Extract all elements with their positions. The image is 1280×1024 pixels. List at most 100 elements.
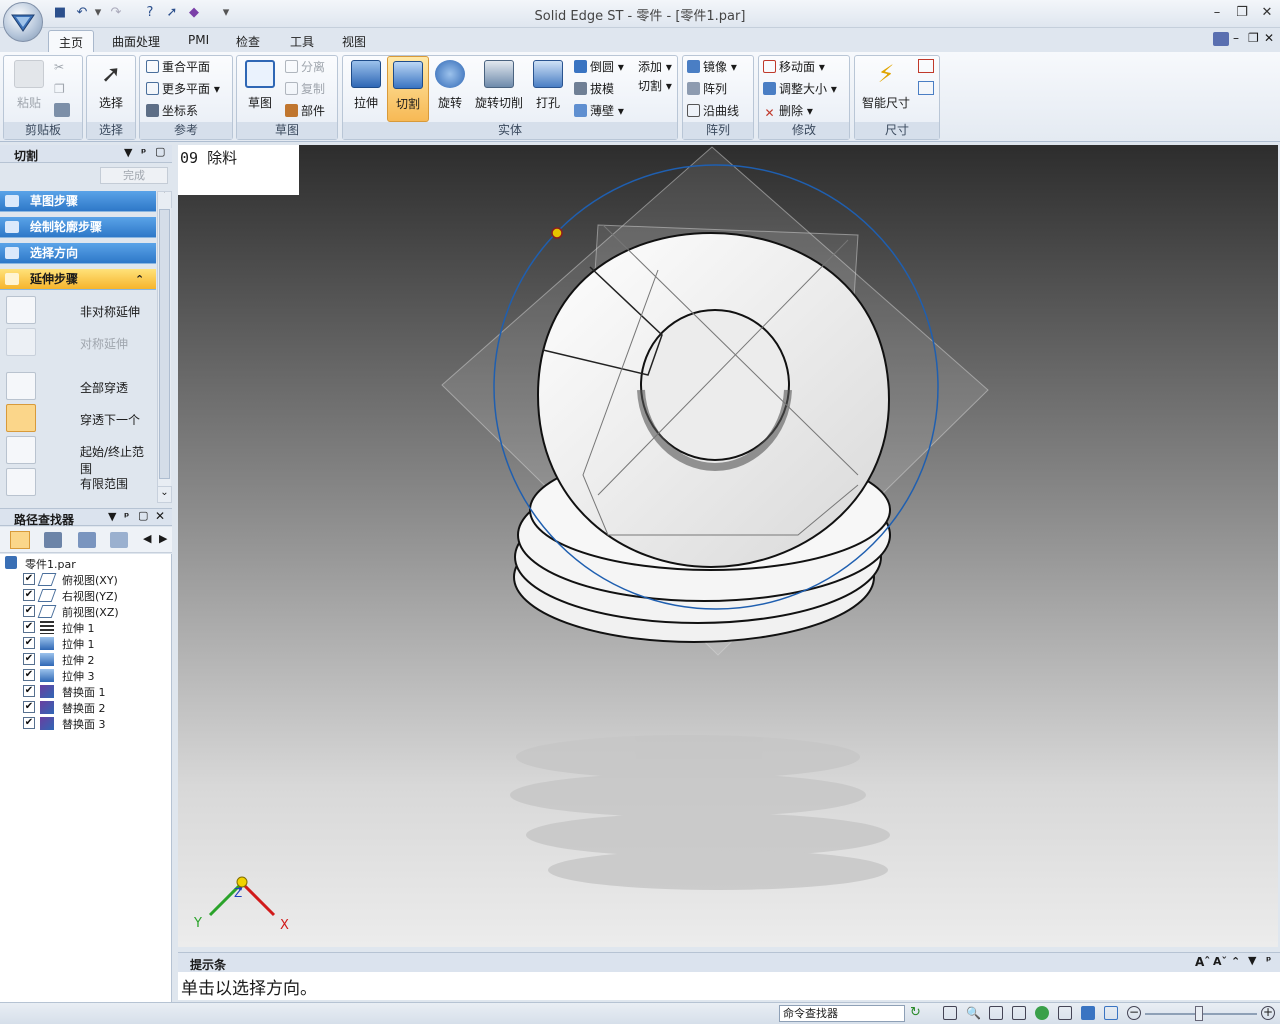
zoom-slider-thumb[interactable] bbox=[1195, 1006, 1203, 1021]
part-body[interactable] bbox=[513, 231, 891, 643]
layers-icon[interactable] bbox=[110, 532, 128, 548]
tab-inspect[interactable]: 检查 bbox=[226, 30, 270, 52]
pathfinder-close-icon[interactable]: ✕ bbox=[155, 509, 165, 523]
visibility-checkbox[interactable]: ✔ bbox=[23, 605, 35, 617]
visibility-checkbox[interactable]: ✔ bbox=[23, 589, 35, 601]
tab-view[interactable]: 视图 bbox=[332, 30, 376, 52]
coincident-plane-button[interactable]: 重合平面 bbox=[146, 58, 210, 75]
finish-button[interactable]: 完成 bbox=[100, 167, 168, 184]
tab-tools[interactable]: 工具 bbox=[280, 30, 324, 52]
tab-pmi[interactable]: PMI bbox=[178, 30, 219, 52]
along-curve-button[interactable]: 沿曲线 bbox=[687, 102, 739, 119]
asymmetric-extent-icon[interactable] bbox=[6, 296, 36, 324]
dimension-axis-icon[interactable] bbox=[918, 59, 934, 73]
zoom-in-button[interactable]: + bbox=[1261, 1006, 1275, 1020]
pathfinder-pin-icon[interactable]: ᵖ bbox=[124, 510, 129, 523]
dimension-angle-icon[interactable] bbox=[918, 81, 934, 95]
revolve-cut-button[interactable]: 旋转切削 bbox=[471, 60, 527, 111]
pattern-button[interactable]: 阵列 bbox=[687, 80, 727, 97]
view-orientation-icon[interactable] bbox=[1058, 1006, 1072, 1020]
close-button[interactable]: ✕ bbox=[1257, 5, 1277, 20]
zoom-icon[interactable]: 🔍 bbox=[966, 1006, 981, 1020]
through-next-icon[interactable] bbox=[6, 404, 36, 432]
step-sketch[interactable]: 草图步骤 bbox=[0, 191, 156, 212]
revolve-button[interactable]: 旋转 bbox=[433, 60, 467, 111]
help-pointer-icon[interactable]: ? bbox=[142, 5, 158, 21]
pathfinder-maximize-icon[interactable]: ▢ bbox=[138, 509, 148, 522]
copy-clipboard-icon[interactable]: ❐ bbox=[54, 82, 65, 96]
tab-surfacing[interactable]: 曲面处理 bbox=[102, 30, 170, 52]
pointer-icon[interactable]: ➚ bbox=[164, 5, 180, 21]
scrollbar-thumb[interactable] bbox=[159, 209, 170, 479]
undo-dropdown[interactable]: ▾ bbox=[90, 5, 106, 21]
select-button[interactable]: ➚ 选择 bbox=[93, 60, 129, 111]
format-painter-icon[interactable] bbox=[54, 103, 70, 117]
save-icon[interactable]: ■ bbox=[52, 5, 68, 21]
mirror-button[interactable]: 镜像 ▾ bbox=[687, 58, 737, 75]
part-button[interactable]: 部件 bbox=[285, 102, 325, 119]
restore-button[interactable]: ❐ bbox=[1232, 5, 1252, 20]
paste-button[interactable]: 粘贴 bbox=[10, 60, 48, 111]
font-decrease-icon[interactable]: Aˇ bbox=[1213, 955, 1227, 968]
zoom-out-button[interactable]: − bbox=[1127, 1006, 1141, 1020]
assembly-view-icon[interactable] bbox=[78, 532, 96, 548]
command-finder-input[interactable]: 命令查找器 bbox=[779, 1005, 905, 1022]
doc-close-button[interactable]: ✕ bbox=[1264, 31, 1274, 45]
visibility-checkbox[interactable]: ✔ bbox=[23, 573, 35, 585]
step-select-direction[interactable]: 选择方向 bbox=[0, 243, 156, 264]
font-increase-icon[interactable]: Aˆ bbox=[1195, 955, 1210, 969]
visibility-checkbox[interactable]: ✔ bbox=[23, 669, 35, 681]
zoom-area-icon[interactable] bbox=[943, 1006, 957, 1020]
redo-icon[interactable]: ↷ bbox=[108, 5, 124, 21]
cut-clipboard-icon[interactable]: ✂ bbox=[54, 60, 64, 74]
from-to-extent-label[interactable]: 起始/终止范围 bbox=[80, 443, 156, 477]
hole-button[interactable]: 打孔 bbox=[531, 60, 565, 111]
symmetric-extent-icon[interactable] bbox=[6, 328, 36, 356]
through-next-label[interactable]: 穿透下一个 bbox=[80, 411, 140, 428]
step-extent[interactable]: 延伸步骤 ⌃ bbox=[0, 269, 156, 290]
tab-home[interactable]: 主页 bbox=[48, 30, 95, 52]
minimize-button[interactable]: – bbox=[1207, 5, 1227, 20]
through-all-label[interactable]: 全部穿透 bbox=[80, 379, 128, 396]
smart-dimension-button[interactable]: ⚡ 智能尺寸 bbox=[858, 60, 914, 111]
rotate-icon[interactable] bbox=[1035, 1006, 1049, 1020]
collapse-icon[interactable]: ⌃ bbox=[135, 269, 144, 290]
visibility-checkbox[interactable]: ✔ bbox=[23, 701, 35, 713]
cut-button[interactable]: 切割 bbox=[387, 56, 429, 122]
shaded-view-icon[interactable] bbox=[1081, 1006, 1095, 1020]
step-draw-profile[interactable]: 绘制轮廓步骤 bbox=[0, 217, 156, 238]
asymmetric-extent-label[interactable]: 非对称延伸 bbox=[80, 303, 140, 320]
more-planes-button[interactable]: 更多平面 ▾ bbox=[146, 80, 220, 97]
add-button[interactable]: 添加 ▾ bbox=[638, 58, 672, 75]
features-view-icon[interactable] bbox=[44, 532, 62, 548]
coord-system-button[interactable]: 坐标系 bbox=[146, 102, 198, 119]
part-icon[interactable]: ◆ bbox=[186, 5, 202, 21]
direction-handle[interactable] bbox=[551, 227, 563, 239]
extrude-button[interactable]: 拉伸 bbox=[348, 60, 384, 111]
prompt-menu-icon[interactable]: ▼ bbox=[1248, 954, 1256, 967]
pan-icon[interactable] bbox=[1012, 1006, 1026, 1020]
delete-button[interactable]: ✕ 删除 ▾ bbox=[763, 102, 812, 120]
scroll-right-icon[interactable]: ▶ bbox=[159, 532, 167, 545]
draft-button[interactable]: 拔模 bbox=[574, 80, 614, 97]
copy-button[interactable]: 复制 bbox=[285, 80, 325, 97]
visibility-checkbox[interactable]: ✔ bbox=[23, 637, 35, 649]
model-view[interactable]: X Y Z bbox=[178, 145, 1278, 947]
doc-restore-button[interactable]: ❐ bbox=[1248, 31, 1259, 45]
wireframe-view-icon[interactable] bbox=[1104, 1006, 1118, 1020]
finite-extent-label[interactable]: 有限范围 bbox=[80, 475, 128, 492]
finite-extent-icon[interactable] bbox=[6, 468, 36, 496]
graphics-viewport[interactable]: X Y Z bbox=[178, 145, 1278, 947]
resize-button[interactable]: 调整大小 ▾ bbox=[763, 80, 837, 97]
scroll-left-icon[interactable]: ◀ bbox=[143, 532, 151, 545]
move-face-button[interactable]: 移动面 ▾ bbox=[763, 58, 825, 75]
round-button[interactable]: 倒圆 ▾ bbox=[574, 58, 624, 75]
tree-view-icon[interactable] bbox=[10, 531, 30, 549]
thin-wall-button[interactable]: 薄壁 ▾ bbox=[574, 102, 624, 119]
application-button[interactable] bbox=[3, 2, 43, 42]
through-all-icon[interactable] bbox=[6, 372, 36, 400]
cut-panel-scrollbar[interactable] bbox=[157, 193, 171, 503]
sketch-button[interactable]: 草图 bbox=[241, 60, 279, 111]
qat-customize-dropdown[interactable]: ▾ bbox=[218, 5, 234, 21]
undo-icon[interactable]: ↶ bbox=[74, 5, 90, 21]
